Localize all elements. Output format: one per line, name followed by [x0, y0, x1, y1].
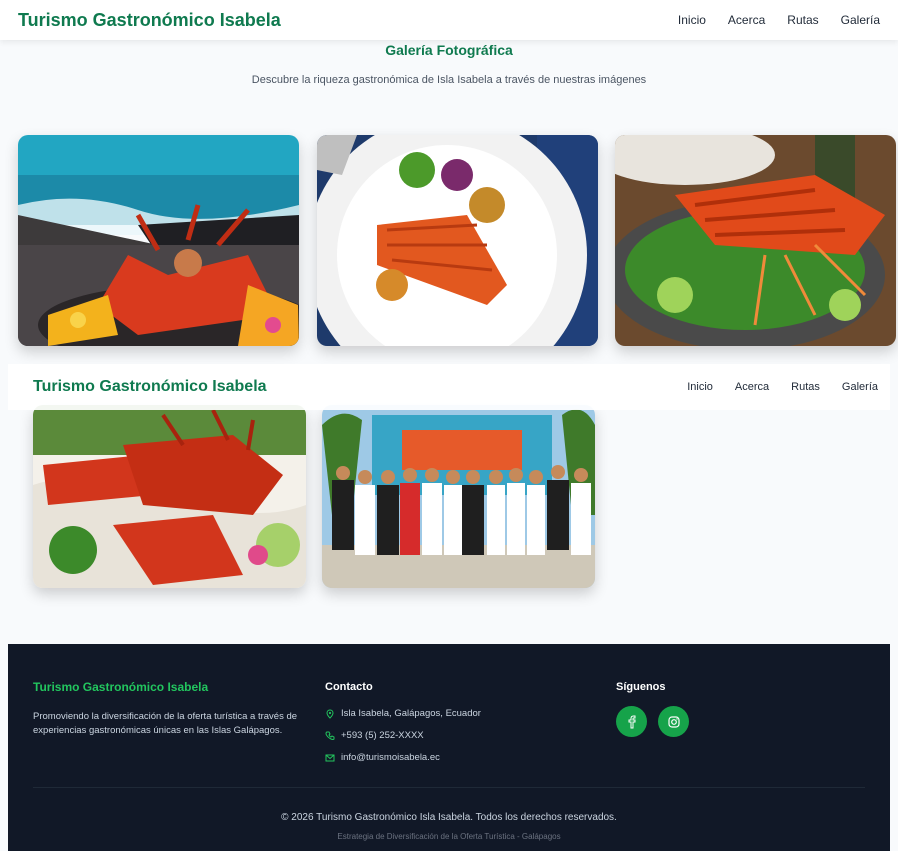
- phone-icon: [325, 731, 335, 740]
- instagram-button[interactable]: [658, 706, 689, 737]
- gallery-title: Galería Fotográfica: [385, 42, 513, 58]
- lobster-salad-photo: [615, 135, 896, 346]
- nav-link-rutas[interactable]: Rutas: [791, 381, 820, 393]
- mail-icon: [325, 754, 335, 761]
- site-logo-text[interactable]: Turismo Gastronómico Isabela: [18, 10, 281, 31]
- nav-link-galeria[interactable]: Galería: [842, 381, 878, 393]
- lobster-feast-photo: [33, 405, 306, 588]
- top-navbar: Turismo Gastronómico Isabela Inicio Acer…: [0, 0, 898, 40]
- nav-link-rutas[interactable]: Rutas: [787, 13, 818, 27]
- nav-link-inicio[interactable]: Inicio: [687, 381, 713, 393]
- address-text: Isla Isabela, Galápagos, Ecuador: [341, 708, 481, 719]
- gallery-image-lobster-feast[interactable]: [33, 405, 306, 588]
- nav-links: Inicio Acerca Rutas Galería: [678, 13, 880, 27]
- sticky-navbar: Turismo Gastronómico Isabela Inicio Acer…: [8, 364, 890, 410]
- festival-group-photo: [322, 405, 595, 588]
- email-text: info@turismoisabela.ec: [341, 752, 440, 763]
- facebook-icon: [628, 715, 635, 728]
- footer-brand: Turismo Gastronómico Isabela: [33, 680, 209, 694]
- lobster-tail-plate-photo: [317, 135, 598, 346]
- social-heading: Síguenos: [616, 681, 666, 693]
- location-pin-icon: [326, 708, 334, 719]
- gallery-image-festival-group[interactable]: [322, 405, 595, 588]
- instagram-icon: [667, 715, 680, 728]
- footer-copyright: © 2026 Turismo Gastronómico Isla Isabela…: [281, 812, 617, 823]
- nav-link-acerca[interactable]: Acerca: [735, 381, 769, 393]
- contact-phone[interactable]: +593 (5) 252-XXXX: [325, 730, 424, 741]
- footer-divider: [33, 787, 865, 788]
- contact-heading: Contacto: [325, 681, 373, 693]
- nav-link-inicio[interactable]: Inicio: [678, 13, 706, 27]
- nav-link-galeria[interactable]: Galería: [841, 13, 880, 27]
- gallery-image-lobster-tail-plate[interactable]: [317, 135, 598, 346]
- nav-links-sticky: Inicio Acerca Rutas Galería: [687, 381, 878, 393]
- footer-description: Promoviendo la diversificación de la ofe…: [33, 711, 298, 736]
- phone-text: +593 (5) 252-XXXX: [341, 730, 424, 741]
- contact-address: Isla Isabela, Galápagos, Ecuador: [325, 708, 481, 719]
- site-logo-text-sticky[interactable]: Turismo Gastronómico Isabela: [33, 378, 267, 396]
- site-footer: Turismo Gastronómico Isabela Promoviendo…: [8, 644, 890, 851]
- footer-strategy: Estrategia de Diversificación de la Ofer…: [337, 832, 561, 841]
- lobster-platter-sea-photo: [18, 135, 299, 346]
- nav-link-acerca[interactable]: Acerca: [728, 13, 765, 27]
- contact-email[interactable]: info@turismoisabela.ec: [325, 752, 440, 763]
- facebook-button[interactable]: [616, 706, 647, 737]
- gallery-image-lobster-platter-sea[interactable]: [18, 135, 299, 346]
- gallery-subtitle: Descubre la riqueza gastronómica de Isla…: [251, 74, 647, 86]
- gallery-image-lobster-salad[interactable]: [615, 135, 896, 346]
